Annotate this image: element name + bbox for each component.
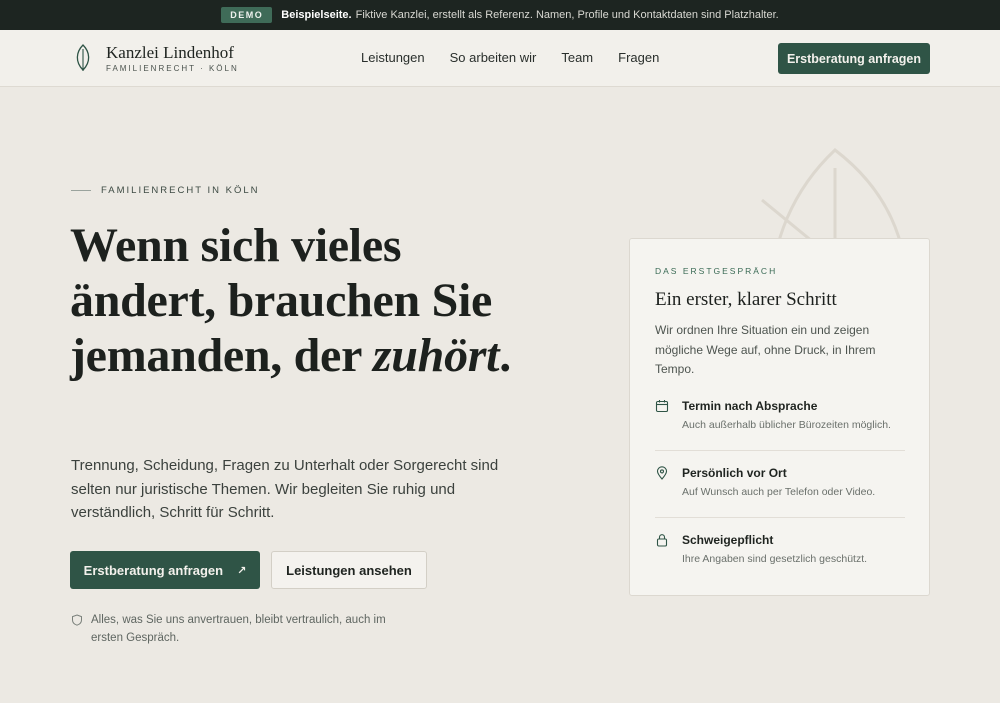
demo-banner: DEMO Beispielseite. Fiktive Kanzlei, ers… xyxy=(0,0,1000,30)
first-consultation-card: DAS ERSTGESPRÄCH Ein erster, klarer Schr… xyxy=(629,238,930,596)
card-description: Wir ordnen Ihre Situation ein und zeigen… xyxy=(655,323,876,376)
nav-item-fragen[interactable]: Fragen xyxy=(618,50,659,65)
hero-lead: Trennung, Scheidung, Fragen zu Unterhalt… xyxy=(71,457,499,521)
leaf-logo-icon xyxy=(76,44,90,71)
hero-headline-emphasis: zuhört xyxy=(372,329,500,382)
demo-banner-text: Fiktive Kanzlei, erstellt als Referenz. … xyxy=(355,9,779,21)
consultation-request-button[interactable]: Erstberatung anfragen ↗ xyxy=(70,551,260,589)
demo-banner-strong: Beispielseite. xyxy=(281,9,352,21)
feature-in-person-title: Persönlich vor Ort xyxy=(682,466,787,480)
hero-headline: Wenn sich vieles ändert, brauchen Sie je… xyxy=(70,218,550,383)
shield-icon xyxy=(72,614,82,626)
feature-in-person-desc: Auf Wunsch auch per Telefon oder Video. xyxy=(682,486,876,498)
demo-badge: DEMO xyxy=(221,7,273,23)
confidentiality-note-text: Alles, was Sie uns anvertrauen, bleibt v… xyxy=(91,614,386,644)
lock-icon xyxy=(656,534,668,547)
view-services-button[interactable]: Leistungen ansehen xyxy=(271,551,427,589)
feature-appointment-desc: Auch außerhalb üblicher Bürozeiten mögli… xyxy=(682,419,891,431)
brand-name: Kanzlei Lindenhof xyxy=(106,42,234,62)
main-nav: Leistungen So arbeiten wir Team Fragen xyxy=(361,50,659,65)
card-divider xyxy=(655,450,905,451)
card-eyebrow: DAS ERSTGESPRÄCH xyxy=(655,266,778,276)
location-pin-icon xyxy=(656,466,668,480)
calendar-icon xyxy=(655,400,669,413)
confidentiality-note: Alles, was Sie uns anvertrauen, bleibt v… xyxy=(71,611,411,647)
nav-item-so-arbeiten-wir[interactable]: So arbeiten wir xyxy=(450,50,537,65)
site-header: Kanzlei Lindenhof FAMILIENRECHT · KÖLN L… xyxy=(0,30,1000,87)
feature-confidentiality-desc: Ihre Angaben sind gesetzlich geschützt. xyxy=(682,553,868,565)
nav-item-leistungen[interactable]: Leistungen xyxy=(361,50,425,65)
feature-confidentiality-title: Schweigepflicht xyxy=(682,533,774,547)
header-consultation-button[interactable]: Erstberatung anfragen xyxy=(778,43,930,74)
nav-item-team[interactable]: Team xyxy=(561,50,593,65)
consultation-request-label: Erstberatung anfragen xyxy=(83,562,224,578)
eyebrow-line xyxy=(71,190,91,191)
hero-headline-end: . xyxy=(499,329,511,382)
hero-eyebrow: FAMILIENRECHT IN KÖLN xyxy=(71,185,260,196)
feature-appointment-title: Termin nach Absprache xyxy=(682,399,818,413)
card-divider xyxy=(655,517,905,518)
card-title: Ein erster, klarer Schritt xyxy=(655,289,837,310)
hero-eyebrow-text: FAMILIENRECHT IN KÖLN xyxy=(101,185,260,196)
logo[interactable]: Kanzlei Lindenhof FAMILIENRECHT · KÖLN xyxy=(74,43,239,73)
brand-subtitle: FAMILIENRECHT · KÖLN xyxy=(106,63,239,73)
arrow-up-right-icon: ↗ xyxy=(237,564,247,577)
